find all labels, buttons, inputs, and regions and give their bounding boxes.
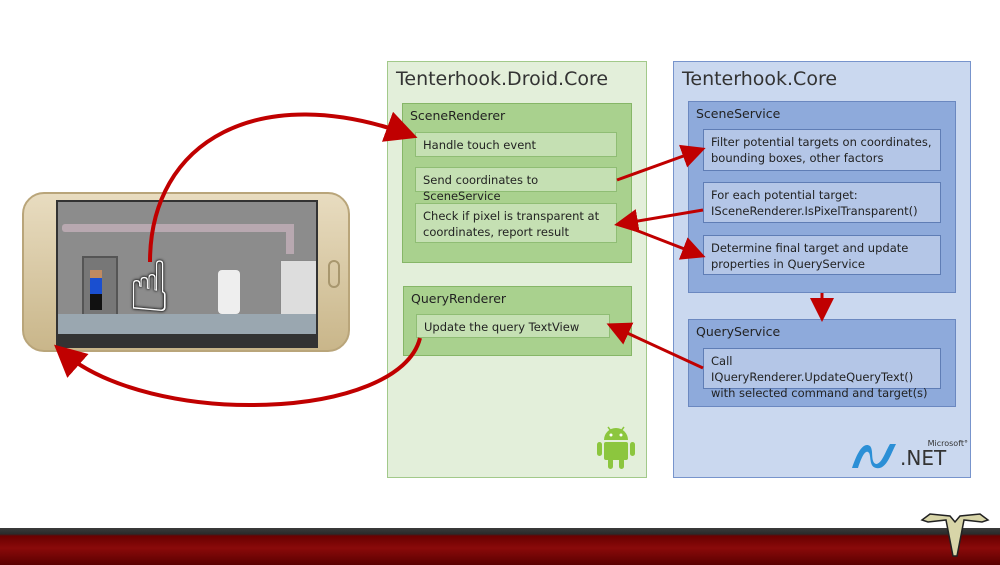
touch-to-handle-arrow <box>148 111 418 263</box>
query-to-textview-arrow <box>606 322 704 370</box>
send-to-filter-arrow <box>616 144 706 182</box>
result-to-determine-arrow <box>619 222 706 260</box>
pixel-check-arrow <box>614 208 704 233</box>
flow-arrows <box>54 111 834 407</box>
tenterhook-logo <box>920 508 990 558</box>
footer-band <box>0 528 1000 565</box>
textview-to-phone-arrow <box>54 337 422 407</box>
